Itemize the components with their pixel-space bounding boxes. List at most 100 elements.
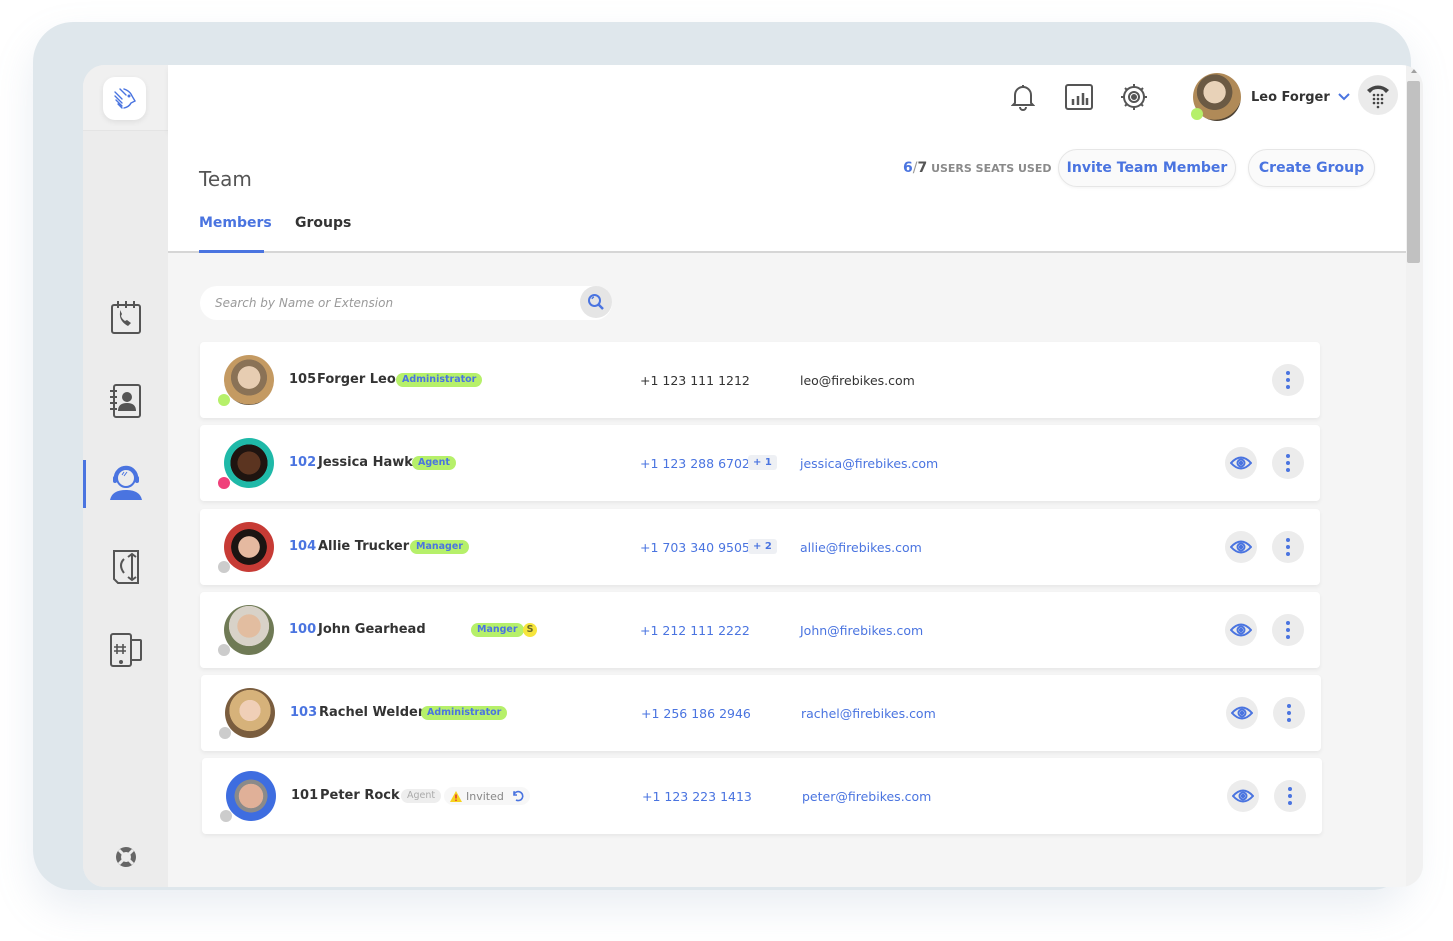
lion-logo-icon[interactable] [103, 77, 146, 120]
phone-number-icon [109, 633, 142, 667]
member-row[interactable]: 104 Allie Trucker Manager +1 703 340 9505 + … [200, 509, 1320, 585]
view-member-button[interactable] [1225, 614, 1257, 646]
page-header: Team Members Groups 6/7 USERS SEATS USED… [168, 131, 1406, 253]
tab-members[interactable]: Members [199, 215, 272, 231]
member-phone[interactable]: +1 703 340 9505 [640, 540, 750, 555]
bell-icon [1011, 85, 1035, 111]
create-group-button[interactable]: Create Group [1248, 149, 1375, 187]
active-tab-indicator [199, 250, 264, 253]
reports-button[interactable] [1064, 82, 1094, 112]
member-row[interactable]: 105 Forger Leo Administrator +1 123 111 121… [200, 342, 1320, 418]
eye-icon [1232, 789, 1254, 803]
sidebar-item-numbers[interactable] [83, 625, 168, 675]
warning-icon [450, 790, 462, 802]
search-bar [200, 286, 612, 320]
view-member-button[interactable] [1225, 531, 1257, 563]
device-frame: Leo Forger Team Members Groups 6/7 USERS… [33, 22, 1423, 890]
sidebar-item-call-routing[interactable] [83, 542, 168, 592]
scroll-up-arrow-icon[interactable] [1411, 69, 1417, 73]
app-window: Leo Forger Team Members Groups 6/7 USERS… [83, 65, 1423, 887]
more-options-button[interactable] [1272, 364, 1304, 396]
sidebar-item-call-log[interactable] [83, 292, 168, 342]
search-button[interactable] [580, 286, 612, 318]
status-dot-offline [220, 810, 232, 822]
role-badge: Agent [412, 456, 456, 470]
page-title: Team [199, 167, 252, 191]
vertical-dots-icon [1287, 704, 1291, 722]
role-badge: Manager [410, 540, 469, 554]
chevron-down-icon [1338, 93, 1350, 101]
extra-phones-badge[interactable]: + 1 [748, 455, 777, 470]
sidebar-header [83, 65, 168, 131]
member-phone[interactable]: +1 123 223 1413 [642, 789, 752, 804]
member-extension: 101 [291, 788, 319, 803]
settings-button[interactable] [1119, 82, 1149, 112]
vertical-dots-icon [1288, 787, 1292, 805]
view-member-button[interactable] [1225, 447, 1257, 479]
vertical-scrollbar[interactable] [1406, 65, 1423, 887]
member-email[interactable]: allie@firebikes.com [800, 540, 922, 555]
vertical-dots-icon [1286, 454, 1290, 472]
sidebar [83, 65, 168, 887]
more-options-button[interactable] [1273, 697, 1305, 729]
member-phone[interactable]: +1 212 111 2222 [640, 623, 750, 638]
member-extension: 105 [289, 372, 317, 387]
lifebuoy-icon [115, 847, 136, 867]
eye-icon [1231, 706, 1253, 720]
member-email[interactable]: rachel@firebikes.com [801, 706, 936, 721]
vertical-dots-icon [1286, 538, 1290, 556]
member-row[interactable]: 103 Rachel Welder Administrator +1 256 186 … [201, 675, 1321, 751]
member-extension[interactable]: 103 [290, 705, 317, 720]
status-dot-busy [218, 477, 230, 489]
invite-team-member-button[interactable]: Invite Team Member [1058, 149, 1236, 187]
member-row[interactable]: 102 Jessica Hawk Agent +1 123 288 6702 + 1 je… [200, 425, 1320, 501]
more-options-button[interactable] [1274, 780, 1306, 812]
user-menu[interactable]: Leo Forger [1191, 70, 1350, 124]
member-avatar [224, 522, 274, 572]
search-input[interactable] [215, 296, 565, 310]
status-dot-offline [219, 727, 231, 739]
more-options-button[interactable] [1272, 447, 1304, 479]
user-name: Leo Forger [1251, 89, 1330, 105]
member-avatar [226, 771, 276, 821]
member-phone: +1 123 111 1212 [640, 373, 750, 388]
member-row[interactable]: 101 Peter Rock Agent Invited +1 123 223 1413… [202, 758, 1322, 834]
scrollbar-thumb[interactable] [1407, 81, 1420, 263]
notifications-button[interactable] [1008, 82, 1038, 112]
user-avatar [1191, 73, 1241, 121]
member-email[interactable]: peter@firebikes.com [802, 789, 931, 804]
gear-icon [1121, 84, 1147, 110]
extra-phones-badge[interactable]: + 2 [748, 539, 777, 554]
member-email[interactable]: jessica@firebikes.com [800, 456, 938, 471]
sidebar-item-contacts[interactable] [83, 376, 168, 426]
member-phone[interactable]: +1 256 186 2946 [641, 706, 751, 721]
tab-groups[interactable]: Groups [295, 215, 351, 231]
member-row[interactable]: 100 John Gearhead Manger S +1 212 111 2222 Jo… [200, 592, 1320, 668]
dialpad-button[interactable] [1358, 75, 1398, 115]
role-badge: Manger [471, 623, 524, 637]
member-name: Jessica Hawk [318, 455, 413, 470]
member-avatar [224, 605, 274, 655]
member-avatar [224, 355, 274, 405]
resend-invite-icon[interactable] [512, 790, 524, 802]
member-email[interactable]: John@firebikes.com [800, 623, 923, 638]
search-icon [588, 294, 604, 310]
view-member-button[interactable] [1227, 780, 1259, 812]
view-member-button[interactable] [1226, 697, 1258, 729]
seats-total: 7 [917, 160, 928, 176]
dialpad-phone-icon [1367, 85, 1389, 109]
sidebar-item-team[interactable] [83, 458, 168, 508]
member-extension[interactable]: 104 [289, 539, 316, 554]
member-extension[interactable]: 100 [289, 622, 316, 637]
member-phone[interactable]: +1 123 288 6702 [640, 456, 750, 471]
address-book-icon [109, 384, 141, 418]
top-bar: Leo Forger [168, 65, 1406, 131]
member-name: Rachel Welder [319, 705, 425, 720]
more-options-button[interactable] [1272, 614, 1304, 646]
eye-icon [1230, 456, 1252, 470]
more-options-button[interactable] [1272, 531, 1304, 563]
member-extension[interactable]: 102 [289, 455, 316, 470]
help-button[interactable] [83, 842, 168, 872]
seats-usage: 6/7 USERS SEATS USED [903, 160, 1052, 176]
role-badge: Agent [401, 789, 442, 803]
